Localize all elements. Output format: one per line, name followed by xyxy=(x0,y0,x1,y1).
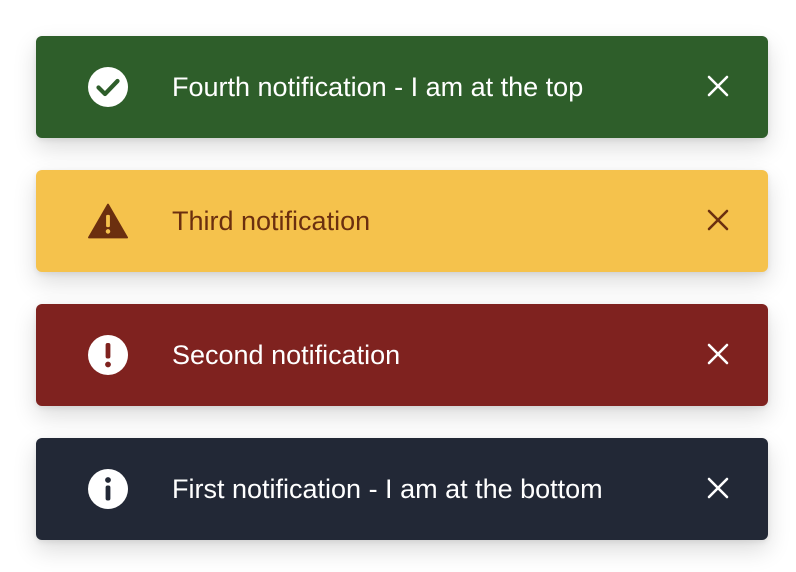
info-circle-icon xyxy=(88,469,128,509)
notification-warning: Third notification xyxy=(36,170,768,272)
close-icon[interactable] xyxy=(704,72,732,100)
close-icon[interactable] xyxy=(704,206,732,234)
notification-error: Second notification xyxy=(36,304,768,406)
check-circle-icon xyxy=(88,67,128,107)
close-icon[interactable] xyxy=(704,340,732,368)
warning-triangle-icon xyxy=(88,201,128,241)
notification-message: Fourth notification - I am at the top xyxy=(172,72,584,102)
notification-message: Third notification xyxy=(172,206,371,236)
notification-message: First notification - I am at the bottom xyxy=(172,474,603,504)
notification-message: Second notification xyxy=(172,340,401,370)
close-icon[interactable] xyxy=(704,474,732,502)
notification-success: Fourth notification - I am at the top xyxy=(36,36,768,138)
notification-info: First notification - I am at the bottom xyxy=(36,438,768,540)
notification-stack: Fourth notification - I am at the top Th… xyxy=(36,36,768,540)
exclamation-circle-icon xyxy=(88,335,128,375)
